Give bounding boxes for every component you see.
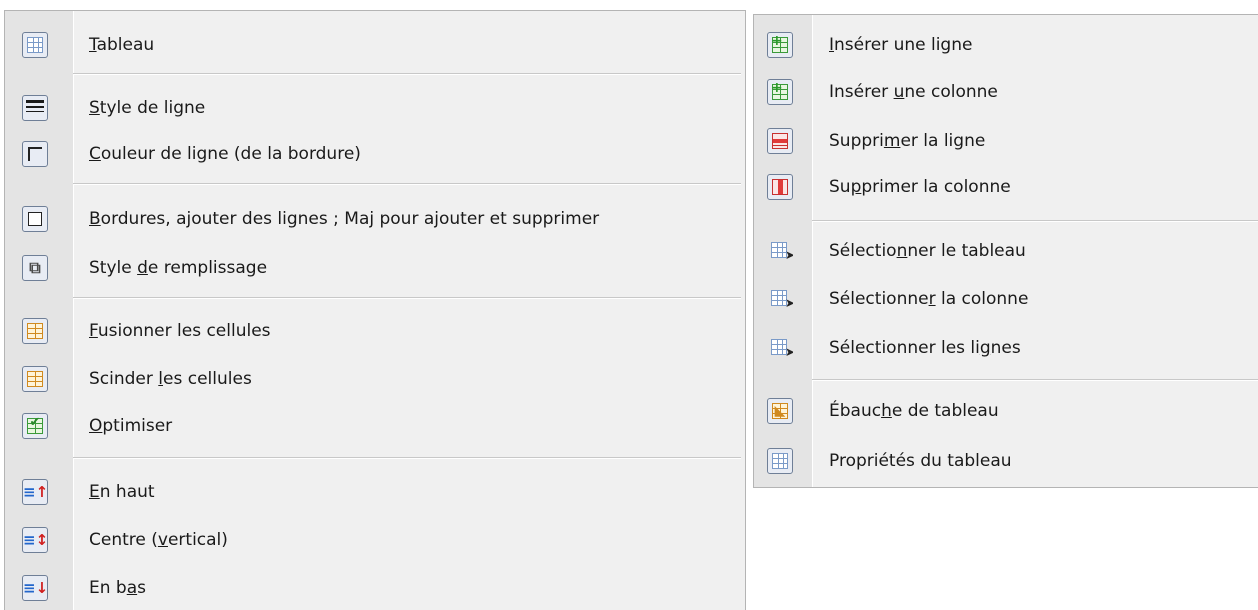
menu-item-select-column[interactable]: ➤ Sélectionner la colonne bbox=[754, 277, 1258, 321]
menu-item-label: Bordures, ajouter des lignes ; Maj pour … bbox=[89, 209, 600, 229]
menu-item-label: Sélectionner le tableau bbox=[829, 241, 1026, 261]
menu-item-table-properties[interactable]: Propriétés du tableau bbox=[754, 439, 1258, 483]
menu-item-borders[interactable]: Bordures, ajouter des lignes ; Maj pour … bbox=[5, 197, 745, 241]
menu-item-line-color[interactable]: Couleur de ligne (de la bordure) bbox=[5, 132, 745, 176]
align-center-vertical-icon: ≡↕ bbox=[22, 527, 48, 553]
delete-column-icon bbox=[767, 174, 793, 200]
table-context-menu: Tableau Style de ligne Couleur de ligne … bbox=[4, 10, 746, 610]
select-column-icon: ➤ bbox=[767, 286, 793, 312]
menu-item-merge-cells[interactable]: Fusionner les cellules bbox=[5, 309, 745, 353]
menu-item-line-style[interactable]: Style de ligne bbox=[5, 86, 745, 130]
menu-item-label: Ébauche de tableau bbox=[829, 401, 999, 421]
align-top-icon: ≡↑ bbox=[22, 479, 48, 505]
select-table-icon: ➤ bbox=[767, 238, 793, 264]
delete-row-icon bbox=[767, 128, 793, 154]
line-style-icon bbox=[22, 95, 48, 121]
menu-item-select-rows[interactable]: ➤ Sélectionner les lignes bbox=[754, 326, 1258, 370]
menu-item-label: Insérer une ligne bbox=[829, 35, 973, 55]
menu-separator bbox=[812, 379, 1258, 381]
menu-separator bbox=[73, 297, 741, 299]
merge-cells-icon bbox=[22, 318, 48, 344]
menu-item-insert-row[interactable]: + Insérer une ligne bbox=[754, 23, 1258, 67]
menu-item-delete-row[interactable]: Supprimer la ligne bbox=[754, 119, 1258, 163]
menu-item-label: En bas bbox=[89, 578, 146, 598]
menu-separator bbox=[73, 73, 741, 75]
menu-item-label: Style de remplissage bbox=[89, 258, 268, 278]
menu-item-label: Optimiser bbox=[89, 416, 173, 436]
menu-item-insert-column[interactable]: + Insérer une colonne bbox=[754, 70, 1258, 114]
fill-style-icon: ⧉ bbox=[22, 255, 48, 281]
menu-separator bbox=[73, 457, 741, 459]
table-design-icon: ◣ bbox=[767, 398, 793, 424]
line-color-icon bbox=[22, 141, 48, 167]
select-rows-icon: ➤ bbox=[767, 335, 793, 361]
optimize-icon: ✔ bbox=[22, 413, 48, 439]
menu-item-label: Sélectionner la colonne bbox=[829, 289, 1029, 309]
menu-item-align-top[interactable]: ≡↑ En haut bbox=[5, 470, 745, 514]
menu-item-align-bottom[interactable]: ≡↓ En bas bbox=[5, 566, 745, 610]
menu-item-label: Fusionner les cellules bbox=[89, 321, 271, 341]
menu-item-label: Tableau bbox=[89, 35, 155, 55]
insert-column-icon: + bbox=[767, 79, 793, 105]
menu-item-label: Supprimer la ligne bbox=[829, 131, 986, 151]
menu-item-label: Sélectionner les lignes bbox=[829, 338, 1021, 358]
insert-row-icon: + bbox=[767, 32, 793, 58]
menu-item-label: Supprimer la colonne bbox=[829, 177, 1011, 197]
menu-item-label: Couleur de ligne (de la bordure) bbox=[89, 144, 361, 164]
align-bottom-icon: ≡↓ bbox=[22, 575, 48, 601]
menu-item-table[interactable]: Tableau bbox=[5, 23, 745, 67]
menu-item-select-table[interactable]: ➤ Sélectionner le tableau bbox=[754, 229, 1258, 273]
menu-item-label: Scinder les cellules bbox=[89, 369, 252, 389]
menu-item-label: Style de ligne bbox=[89, 98, 206, 118]
menu-item-optimize[interactable]: ✔ Optimiser bbox=[5, 404, 745, 448]
table-icon bbox=[22, 32, 48, 58]
borders-icon bbox=[22, 206, 48, 232]
menu-separator bbox=[73, 183, 741, 185]
menu-item-fill-style[interactable]: ⧉ Style de remplissage bbox=[5, 246, 745, 290]
menu-separator bbox=[812, 220, 1258, 222]
split-cells-icon bbox=[22, 366, 48, 392]
table-properties-icon bbox=[767, 448, 793, 474]
menu-item-label: Centre (vertical) bbox=[89, 530, 228, 550]
menu-item-split-cells[interactable]: Scinder les cellules bbox=[5, 357, 745, 401]
menu-item-label: Insérer une colonne bbox=[829, 82, 998, 102]
menu-item-align-center-vertical[interactable]: ≡↕ Centre (vertical) bbox=[5, 518, 745, 562]
menu-item-label: En haut bbox=[89, 482, 155, 502]
menu-item-table-design[interactable]: ◣ Ébauche de tableau bbox=[754, 389, 1258, 433]
menu-item-delete-column[interactable]: Supprimer la colonne bbox=[754, 165, 1258, 209]
table-rows-columns-menu: + Insérer une ligne + Insérer une colonn… bbox=[753, 14, 1258, 488]
menu-item-label: Propriétés du tableau bbox=[829, 451, 1012, 471]
